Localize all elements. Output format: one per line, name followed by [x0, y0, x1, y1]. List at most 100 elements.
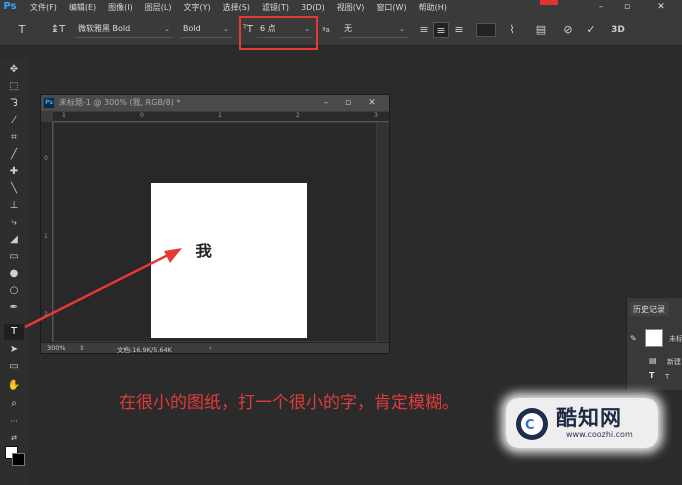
eraser-tool-icon[interactable]: ◢: [4, 232, 24, 248]
menu-layer[interactable]: 图层(L): [145, 2, 172, 13]
pasteboard[interactable]: 我: [54, 123, 376, 341]
background-color-swatch[interactable]: [12, 453, 25, 466]
history-item-label: T: [665, 373, 670, 381]
marquee-tool-icon[interactable]: ⬚: [4, 79, 24, 95]
move-tool-icon[interactable]: ✥: [4, 62, 24, 78]
status-menu-icon[interactable]: ›: [209, 344, 212, 352]
hand-tool-icon[interactable]: ✋: [4, 378, 24, 394]
3d-button[interactable]: 3D: [608, 22, 628, 38]
document-title: 未标题-1 @ 300% (我, RGB/8) *: [59, 98, 181, 107]
minimize-icon[interactable]: –: [590, 0, 612, 14]
horizontal-ruler: 1 0 1 2 3: [53, 112, 389, 122]
font-style-value: Bold: [183, 24, 201, 33]
ruler-label: 1: [218, 112, 222, 119]
rectangle-tool-icon[interactable]: ▭: [4, 359, 24, 375]
watermark-url: www.coozhi.com: [566, 430, 633, 439]
font-family-select[interactable]: 微软雅黑 Bold ⌄: [75, 22, 173, 38]
magic-wand-icon[interactable]: ⁄: [4, 113, 24, 129]
window-indicator: [540, 0, 558, 5]
healing-brush-icon[interactable]: ✚: [4, 164, 24, 180]
ruler-label: 1: [44, 233, 48, 240]
commit-icon[interactable]: ✓: [583, 22, 599, 38]
ruler-label: 1: [62, 112, 66, 119]
history-item-label: 新建: [667, 358, 681, 366]
caption-text: 在很小的图纸，打一个很小的字，肯定模糊。: [119, 393, 459, 413]
ps-doc-icon: Ps: [44, 98, 54, 108]
menu-help[interactable]: 帮助(H): [419, 2, 447, 13]
canvas[interactable]: 我: [151, 183, 307, 338]
photoshop-logo: Ps: [3, 1, 17, 12]
align-right-icon[interactable]: ≡: [452, 22, 466, 38]
type-tool-preset-icon[interactable]: T: [14, 22, 30, 38]
cancel-icon[interactable]: ⊘: [560, 22, 576, 38]
dodge-tool-icon[interactable]: ○: [4, 283, 24, 299]
menu-view[interactable]: 视图(V): [337, 2, 365, 13]
warp-text-icon[interactable]: ⌇: [505, 22, 519, 38]
menu-3d[interactable]: 3D(D): [301, 3, 325, 12]
character-panel-icon[interactable]: ▤: [533, 22, 549, 38]
ruler-label: 2: [296, 112, 300, 119]
document-titlebar[interactable]: Ps 未标题-1 @ 300% (我, RGB/8) * – ▫ ✕: [41, 95, 389, 111]
document-info: 文档:16.9K/5.64K: [117, 346, 172, 354]
font-style-select[interactable]: Bold ⌄: [180, 22, 232, 38]
history-brush-icon[interactable]: ⤷: [4, 215, 24, 231]
menu-window[interactable]: 窗口(W): [376, 2, 406, 13]
menu-file[interactable]: 文件(F): [30, 2, 57, 13]
ruler-label: 0: [140, 112, 144, 119]
eyedropper-icon[interactable]: ╱: [4, 147, 24, 163]
blur-tool-icon[interactable]: ●: [4, 266, 24, 282]
text-orientation-icon[interactable]: ↨T: [50, 22, 66, 38]
zoom-level[interactable]: 300%: [47, 344, 66, 352]
type-layer-icon: T: [649, 371, 655, 380]
menubar: Ps 文件(F) 编辑(E) 图像(I) 图层(L) 文字(Y) 选择(S) 滤…: [0, 0, 682, 14]
history-brush-source-icon[interactable]: ✎: [630, 334, 637, 343]
pen-tool-icon[interactable]: ✒: [4, 300, 24, 316]
ruler-label: 3: [374, 112, 378, 119]
lasso-tool-icon[interactable]: ᘊ: [4, 96, 24, 112]
status-bar: 300% ⇪ 文档:16.9K/5.64K ›: [41, 342, 389, 354]
history-snapshot[interactable]: [645, 329, 663, 347]
more-tools-icon[interactable]: ···: [4, 414, 24, 430]
text-color-swatch[interactable]: [476, 23, 496, 37]
chevron-down-icon: ⌄: [223, 25, 229, 33]
font-family-value: 微软雅黑 Bold: [78, 24, 131, 33]
history-item[interactable]: T T: [627, 371, 682, 384]
menu-select[interactable]: 选择(S): [223, 2, 250, 13]
align-center-icon[interactable]: ≡: [433, 22, 449, 38]
export-icon[interactable]: ⇪: [79, 344, 84, 352]
canvas-text[interactable]: 我: [195, 240, 212, 261]
antialias-select[interactable]: 无 ⌄: [341, 22, 408, 38]
chevron-down-icon: ⌄: [164, 25, 170, 33]
stamp-tool-icon[interactable]: ⊥: [4, 198, 24, 214]
path-selection-icon[interactable]: ➤: [4, 342, 24, 358]
watermark: C 酷知网 www.coozhi.com: [506, 398, 658, 448]
menu-type[interactable]: 文字(Y): [183, 2, 210, 13]
antialias-icon: ªa: [322, 26, 330, 34]
crop-tool-icon[interactable]: ⌗: [4, 130, 24, 146]
menu-edit[interactable]: 编辑(E): [69, 2, 96, 13]
ruler-label: 2: [44, 311, 48, 318]
swap-colors-icon[interactable]: ⇄: [4, 430, 24, 446]
zoom-tool-icon[interactable]: ⌕: [4, 396, 24, 412]
doc-maximize-icon[interactable]: ▫: [339, 95, 357, 111]
options-bar: T ↨T 微软雅黑 Bold ⌄ Bold ⌄ ᵀT 6 点 ⌄ ªa 无 ⌄ …: [0, 14, 682, 46]
history-item[interactable]: ▤ 新建: [627, 355, 682, 368]
vertical-ruler: 0 1 2: [41, 122, 53, 343]
history-tab[interactable]: 历史记录: [629, 302, 669, 316]
type-tool-icon[interactable]: T: [4, 324, 24, 340]
doc-close-icon[interactable]: ✕: [363, 95, 381, 111]
menu-filter[interactable]: 滤镜(T): [262, 2, 289, 13]
close-icon[interactable]: ✕: [650, 0, 672, 14]
toolbar: ✥ ⬚ ᘊ ⁄ ⌗ ╱ ✚ ╲ ⊥ ⤷ ◢ ▭ ● ○ ✒ T ➤ ▭ ✋ ⌕ …: [0, 58, 28, 485]
menu-image[interactable]: 图像(I): [108, 2, 133, 13]
coozhi-logo-icon: C: [516, 408, 548, 440]
maximize-icon[interactable]: ▫: [616, 0, 638, 14]
doc-minimize-icon[interactable]: –: [317, 95, 335, 111]
vertical-scrollbar[interactable]: [377, 123, 389, 341]
align-left-icon[interactable]: ≡: [417, 22, 431, 38]
chevron-down-icon: ⌄: [399, 25, 405, 33]
brush-tool-icon[interactable]: ╲: [4, 181, 24, 197]
history-panel: 历史记录 ✎ 未标 ▤ 新建 T T: [626, 298, 682, 390]
gradient-tool-icon[interactable]: ▭: [4, 249, 24, 265]
watermark-title: 酷知网: [556, 406, 622, 430]
